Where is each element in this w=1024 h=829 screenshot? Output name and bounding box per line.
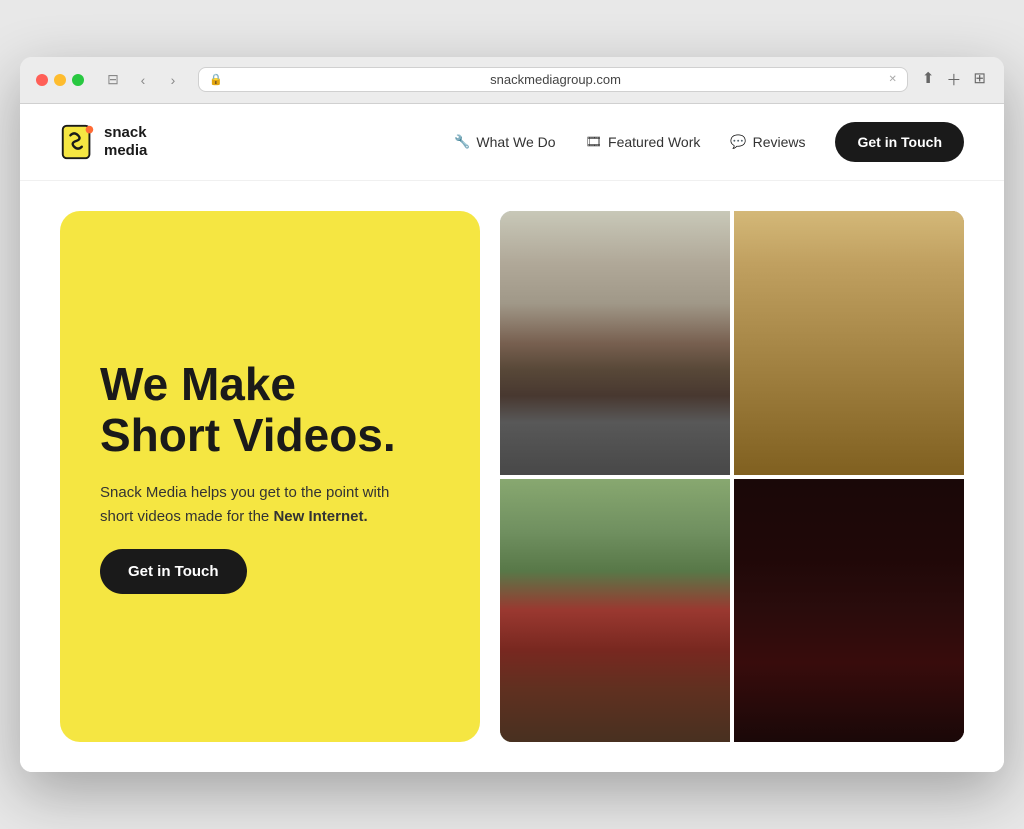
url-text: snackmediagroup.com (229, 72, 883, 87)
address-bar[interactable]: 🔒 snackmediagroup.com ✕ (198, 67, 908, 92)
forward-button[interactable]: › (160, 67, 186, 93)
hero-image-man (500, 211, 730, 475)
nav-featured-work-label: Featured Work (608, 134, 700, 150)
hero-title: We Make Short Videos. (100, 359, 440, 460)
nav-featured-work[interactable]: 🎞 Featured Work (586, 134, 701, 150)
nav-reviews[interactable]: 💬 Reviews (730, 134, 805, 150)
hero-image-grid (500, 211, 964, 743)
film-icon: 🎞 (586, 134, 603, 150)
back-button[interactable]: ‹ (130, 67, 156, 93)
window-controls (36, 74, 84, 86)
logo[interactable]: snack media (60, 122, 147, 162)
nav-what-we-do[interactable]: 🔧 What We Do (454, 134, 555, 150)
reload-icon[interactable]: ✕ (888, 74, 896, 85)
website-content: snack media 🔧 What We Do 🎞 Featured Work… (20, 104, 1004, 773)
chat-icon: 💬 (730, 134, 746, 150)
new-tab-icon[interactable]: ＋ (944, 67, 963, 92)
maximize-window-button[interactable] (72, 74, 84, 86)
logo-text: snack media (104, 124, 147, 160)
browser-toolbar: ⊟ ‹ › 🔒 snackmediagroup.com ✕ ⬆ ＋ ⊞ (20, 57, 1004, 104)
grid-icon[interactable]: ⊞ (971, 67, 988, 92)
nav-what-we-do-label: What We Do (476, 134, 555, 150)
nav-controls: ⊟ ‹ › (100, 67, 186, 93)
nav-reviews-label: Reviews (753, 134, 806, 150)
browser-actions: ⬆ ＋ ⊞ (920, 67, 988, 92)
hero-section: We Make Short Videos. Snack Media helps … (20, 181, 1004, 773)
hero-image-warehouse (734, 211, 964, 475)
hero-image-dark (734, 479, 964, 743)
share-icon[interactable]: ⬆ (920, 67, 937, 92)
sidebar-toggle-button[interactable]: ⊟ (100, 67, 126, 93)
hero-subtitle: Snack Media helps you get to the point w… (100, 481, 400, 529)
hero-left-panel: We Make Short Videos. Snack Media helps … (60, 211, 480, 743)
security-icon: 🔒 (209, 73, 223, 86)
main-nav: snack media 🔧 What We Do 🎞 Featured Work… (20, 104, 1004, 181)
nav-links: 🔧 What We Do 🎞 Featured Work 💬 Reviews G… (454, 122, 964, 162)
browser-window: ⊟ ‹ › 🔒 snackmediagroup.com ✕ ⬆ ＋ ⊞ (20, 57, 1004, 773)
minimize-window-button[interactable] (54, 74, 66, 86)
wrench-icon: 🔧 (454, 134, 470, 150)
logo-icon (60, 122, 96, 162)
hero-image-cart (500, 479, 730, 743)
hero-cta-button[interactable]: Get in Touch (100, 549, 247, 594)
nav-cta-button[interactable]: Get in Touch (835, 122, 964, 162)
close-window-button[interactable] (36, 74, 48, 86)
